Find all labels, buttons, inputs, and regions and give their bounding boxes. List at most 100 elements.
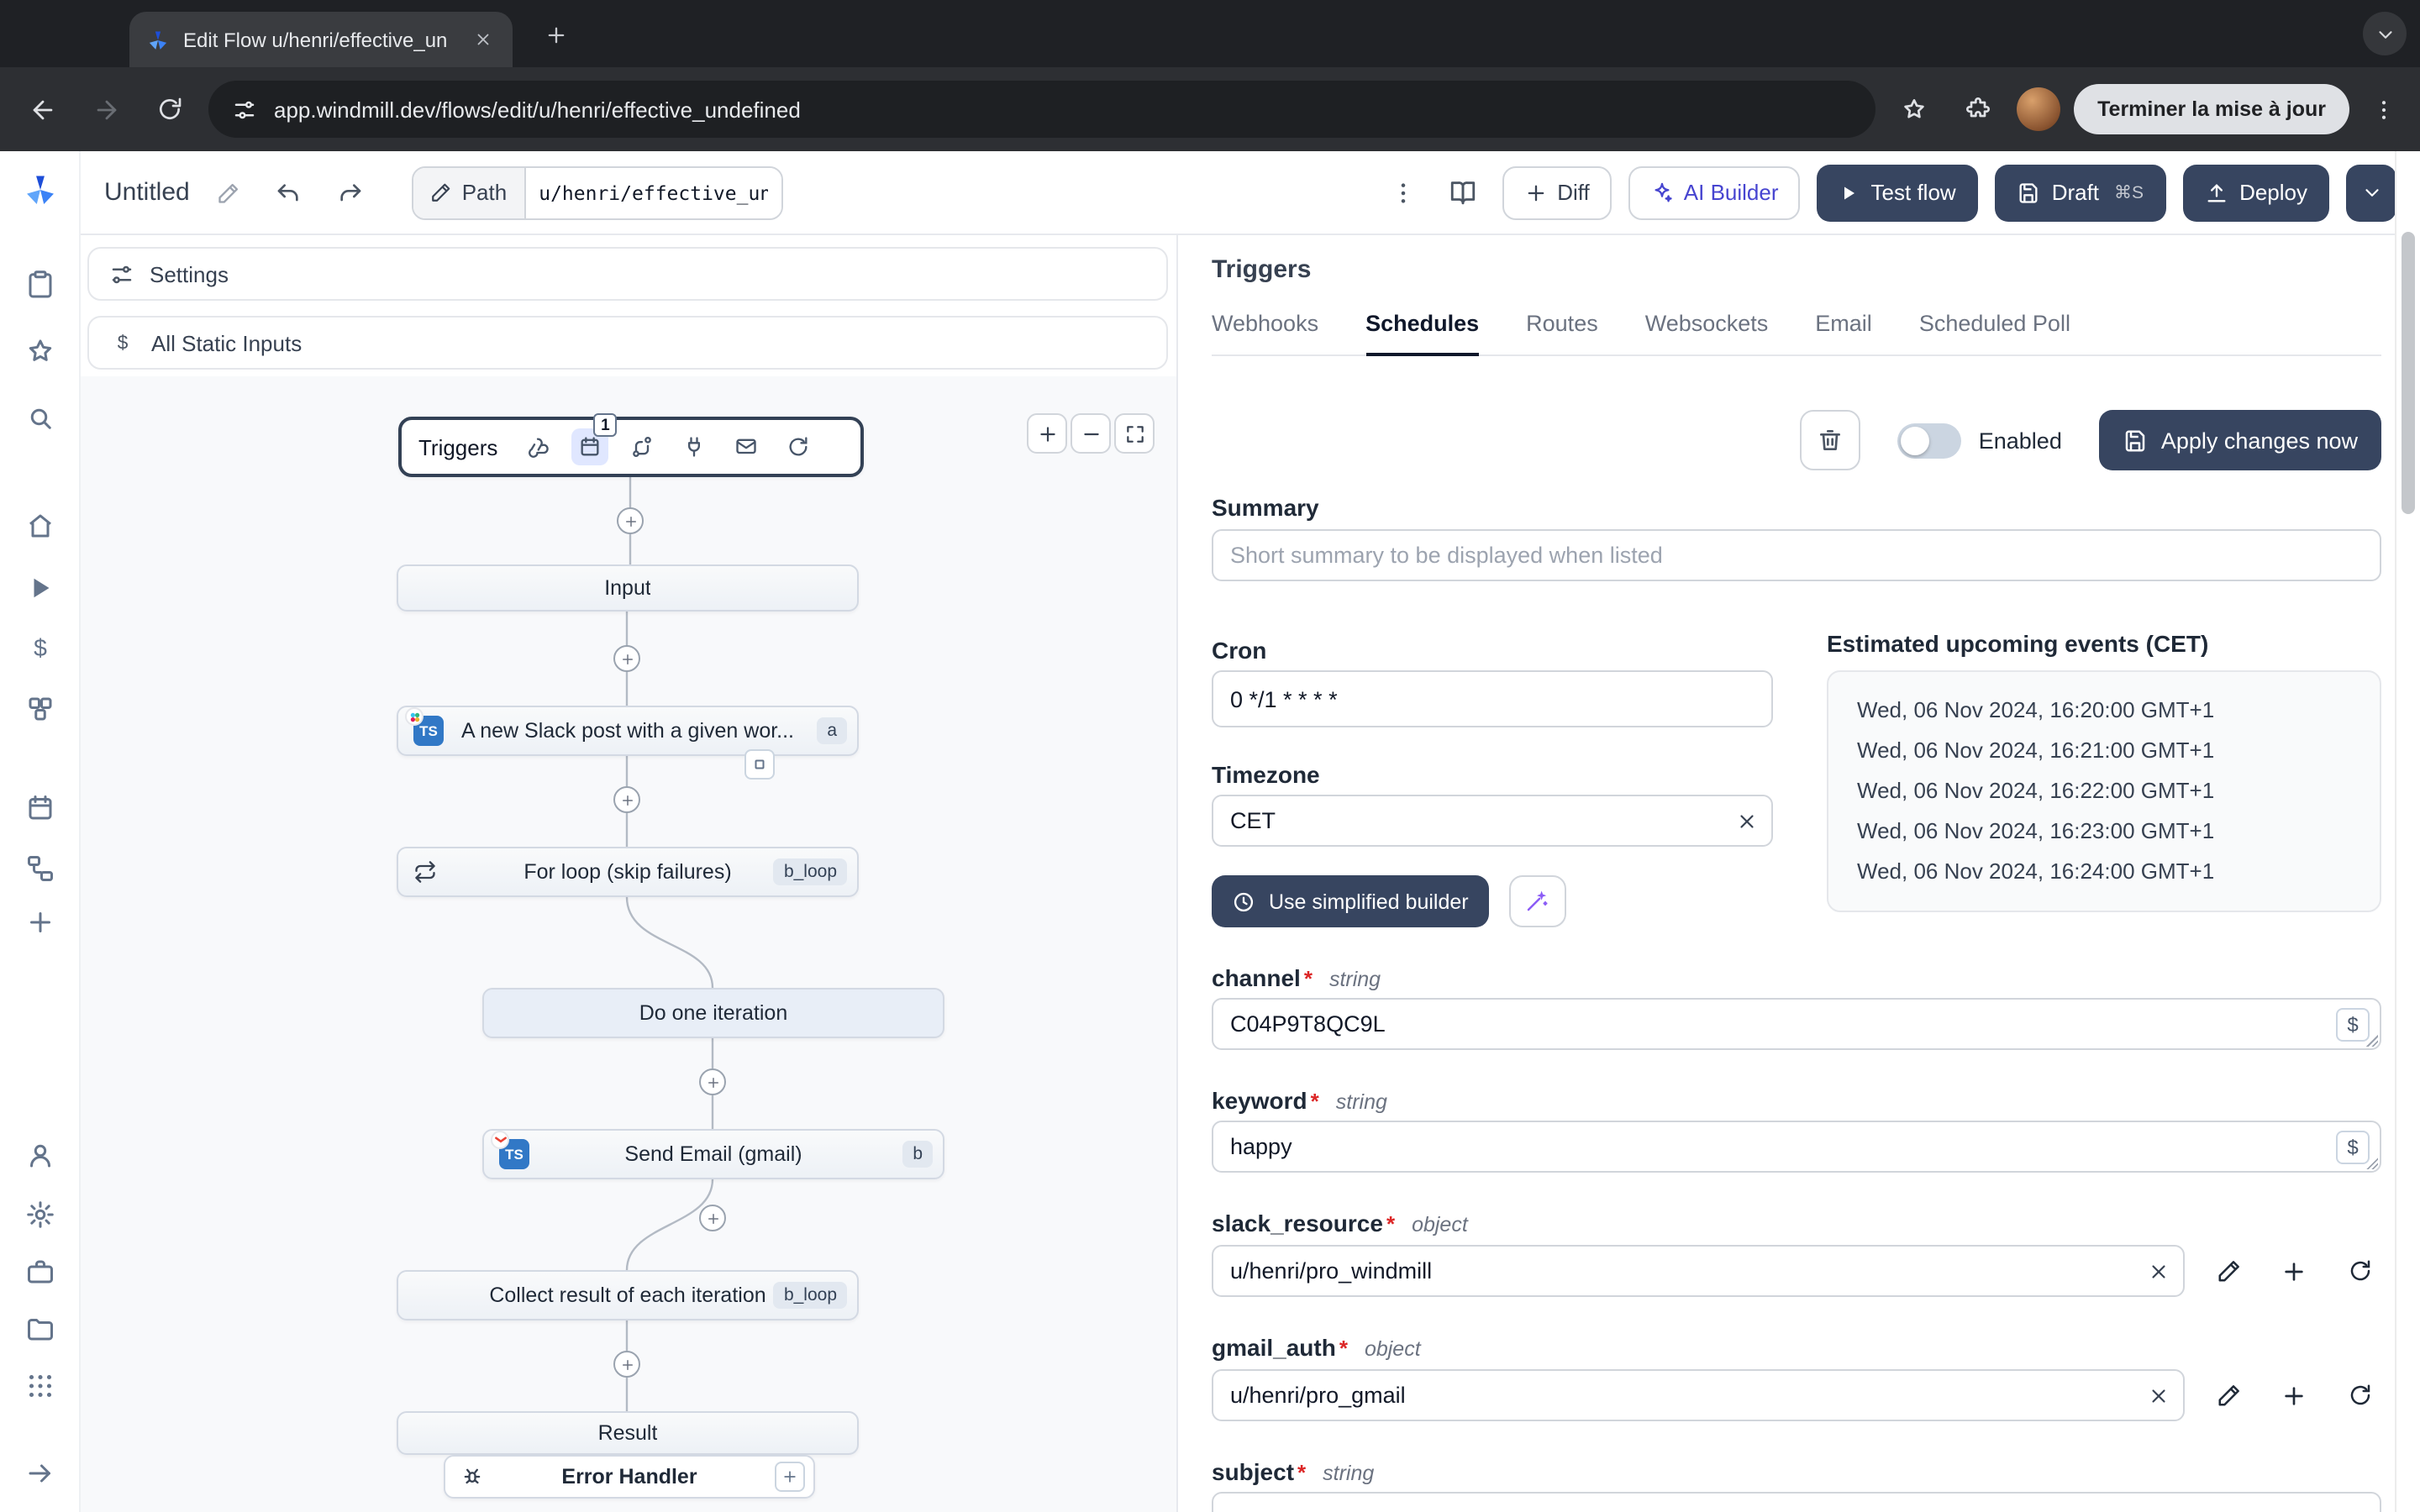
subject-input[interactable] [1212,1492,2381,1512]
rail-runs-icon[interactable] [14,259,65,309]
static-inputs-bar[interactable]: All Static Inputs [87,316,1168,370]
webhook-trigger-icon[interactable] [519,428,556,465]
clear-resource-icon[interactable] [2148,1260,2170,1282]
rail-search-icon[interactable] [14,393,65,444]
insert-step-button[interactable] [699,1205,726,1231]
flow-node-slack-step[interactable]: TS A new Slack post with a given wor... … [397,706,859,756]
schedule-trigger-icon[interactable]: 1 [571,413,618,465]
flow-node-result[interactable]: Result [397,1411,859,1455]
docs-book-button[interactable] [1441,171,1485,214]
rail-account-icon[interactable] [14,1131,65,1181]
tab-search-chevron-button[interactable] [2363,12,2407,55]
ai-builder-button[interactable]: AI Builder [1628,165,1801,219]
insert-step-button[interactable] [613,786,640,813]
clear-timezone-icon[interactable] [1736,810,1758,832]
summary-input[interactable] [1212,529,2381,581]
profile-avatar[interactable] [2017,87,2061,131]
ai-cron-button[interactable] [1508,875,1566,927]
slack-resource-input[interactable] [1212,1245,2185,1297]
flow-node-input[interactable]: Input [397,564,859,612]
enabled-toggle[interactable] [1897,423,1962,458]
flow-node-error-handler[interactable]: Error Handler [444,1455,815,1499]
tab-close-icon[interactable] [469,26,496,53]
resize-handle[interactable] [2366,1158,2378,1169]
diff-button[interactable]: Diff [1502,165,1612,219]
path-prefix[interactable]: Path [413,167,526,218]
more-options-button[interactable] [1381,171,1424,214]
browser-menu-button[interactable] [2363,84,2403,134]
site-settings-icon[interactable] [232,97,257,122]
rail-resources-icon[interactable] [14,684,65,734]
delete-schedule-button[interactable] [1800,410,1861,470]
redo-button[interactable] [328,171,371,214]
scrollbar-thumb[interactable] [2402,232,2415,514]
rail-variables-icon[interactable] [14,623,65,674]
reload-button[interactable] [145,84,195,134]
rail-expand-icon[interactable] [14,1448,65,1499]
use-simplified-builder-button[interactable]: Use simplified builder [1212,875,1489,927]
page-scrollbar[interactable] [2395,151,2420,1512]
email-trigger-icon[interactable] [728,428,765,465]
expand-subflow-button[interactable] [744,749,775,780]
deploy-dropdown-button[interactable] [2346,164,2396,221]
add-resource-button[interactable] [2272,1249,2316,1293]
rail-schedules-icon[interactable] [14,783,65,833]
tab-scheduled-poll[interactable]: Scheduled Poll [1919,311,2070,354]
rail-folders-icon[interactable] [14,1304,65,1354]
test-flow-button[interactable]: Test flow [1817,164,1978,221]
poll-trigger-icon[interactable] [780,428,817,465]
rail-favorites-icon[interactable] [14,326,65,376]
edit-title-button[interactable] [207,171,250,214]
insert-variable-button[interactable]: $ [2336,1130,2370,1163]
add-resource-button[interactable] [2272,1373,2316,1417]
address-bar[interactable]: app.windmill.dev/flows/edit/u/henri/effe… [208,81,1876,138]
browser-tab[interactable]: Edit Flow u/henri/effective_un [129,12,513,67]
gmail-auth-input[interactable] [1212,1369,2185,1421]
undo-button[interactable] [267,171,311,214]
rail-home-icon[interactable] [14,501,65,551]
flow-node-do-one-iteration[interactable]: Do one iteration [482,988,944,1038]
insert-step-button[interactable] [617,507,644,534]
insert-step-button[interactable] [613,1351,640,1378]
new-tab-button[interactable] [538,17,575,54]
flow-node-collect-result[interactable]: Collect result of each iteration b_loop [397,1270,859,1320]
insert-step-button[interactable] [699,1068,726,1095]
back-button[interactable] [17,84,67,134]
forward-button[interactable] [81,84,131,134]
browser-update-button[interactable]: Terminer la mise à jour [2074,84,2349,134]
fit-view-button[interactable] [1114,413,1155,454]
edit-resource-button[interactable] [2207,1249,2250,1293]
flow-node-forloop[interactable]: For loop (skip failures) b_loop [397,847,859,897]
windmill-logo[interactable] [14,165,65,215]
tab-email[interactable]: Email [1815,311,1872,354]
route-trigger-icon[interactable] [623,428,660,465]
add-error-handler-button[interactable] [775,1462,805,1492]
channel-input[interactable] [1212,998,2381,1050]
zoom-out-button[interactable] [1071,413,1111,454]
refresh-resource-button[interactable] [2338,1373,2381,1417]
flow-node-triggers[interactable]: Triggers 1 [398,413,864,477]
resize-handle[interactable] [2366,1035,2378,1047]
refresh-resource-button[interactable] [2338,1249,2381,1293]
cron-input[interactable] [1212,670,1773,727]
edit-resource-button[interactable] [2207,1373,2250,1417]
rail-workspace-icon[interactable] [14,1247,65,1297]
rail-flows-icon[interactable] [14,843,65,894]
flow-node-send-email[interactable]: TS Send Email (gmail) b [482,1129,944,1179]
extensions-button[interactable] [1953,84,2003,134]
zoom-in-button[interactable] [1027,413,1067,454]
path-input[interactable] [525,167,781,218]
keyword-input[interactable] [1212,1121,2381,1173]
tab-schedules[interactable]: Schedules [1365,311,1480,356]
websocket-trigger-icon[interactable] [676,428,713,465]
clear-resource-icon[interactable] [2148,1384,2170,1406]
tab-websockets[interactable]: Websockets [1645,311,1769,354]
bookmark-star-button[interactable] [1889,84,1939,134]
settings-bar[interactable]: Settings [87,247,1168,301]
deploy-button[interactable]: Deploy [2182,164,2329,221]
draft-button[interactable]: Draft ⌘S [1994,164,2166,221]
insert-variable-button[interactable]: $ [2336,1007,2370,1041]
rail-apps-icon[interactable] [14,1361,65,1411]
timezone-input[interactable] [1212,795,1773,847]
flow-graph-canvas[interactable]: Triggers 1 Input TS A new Slack post wit… [81,376,1176,1512]
